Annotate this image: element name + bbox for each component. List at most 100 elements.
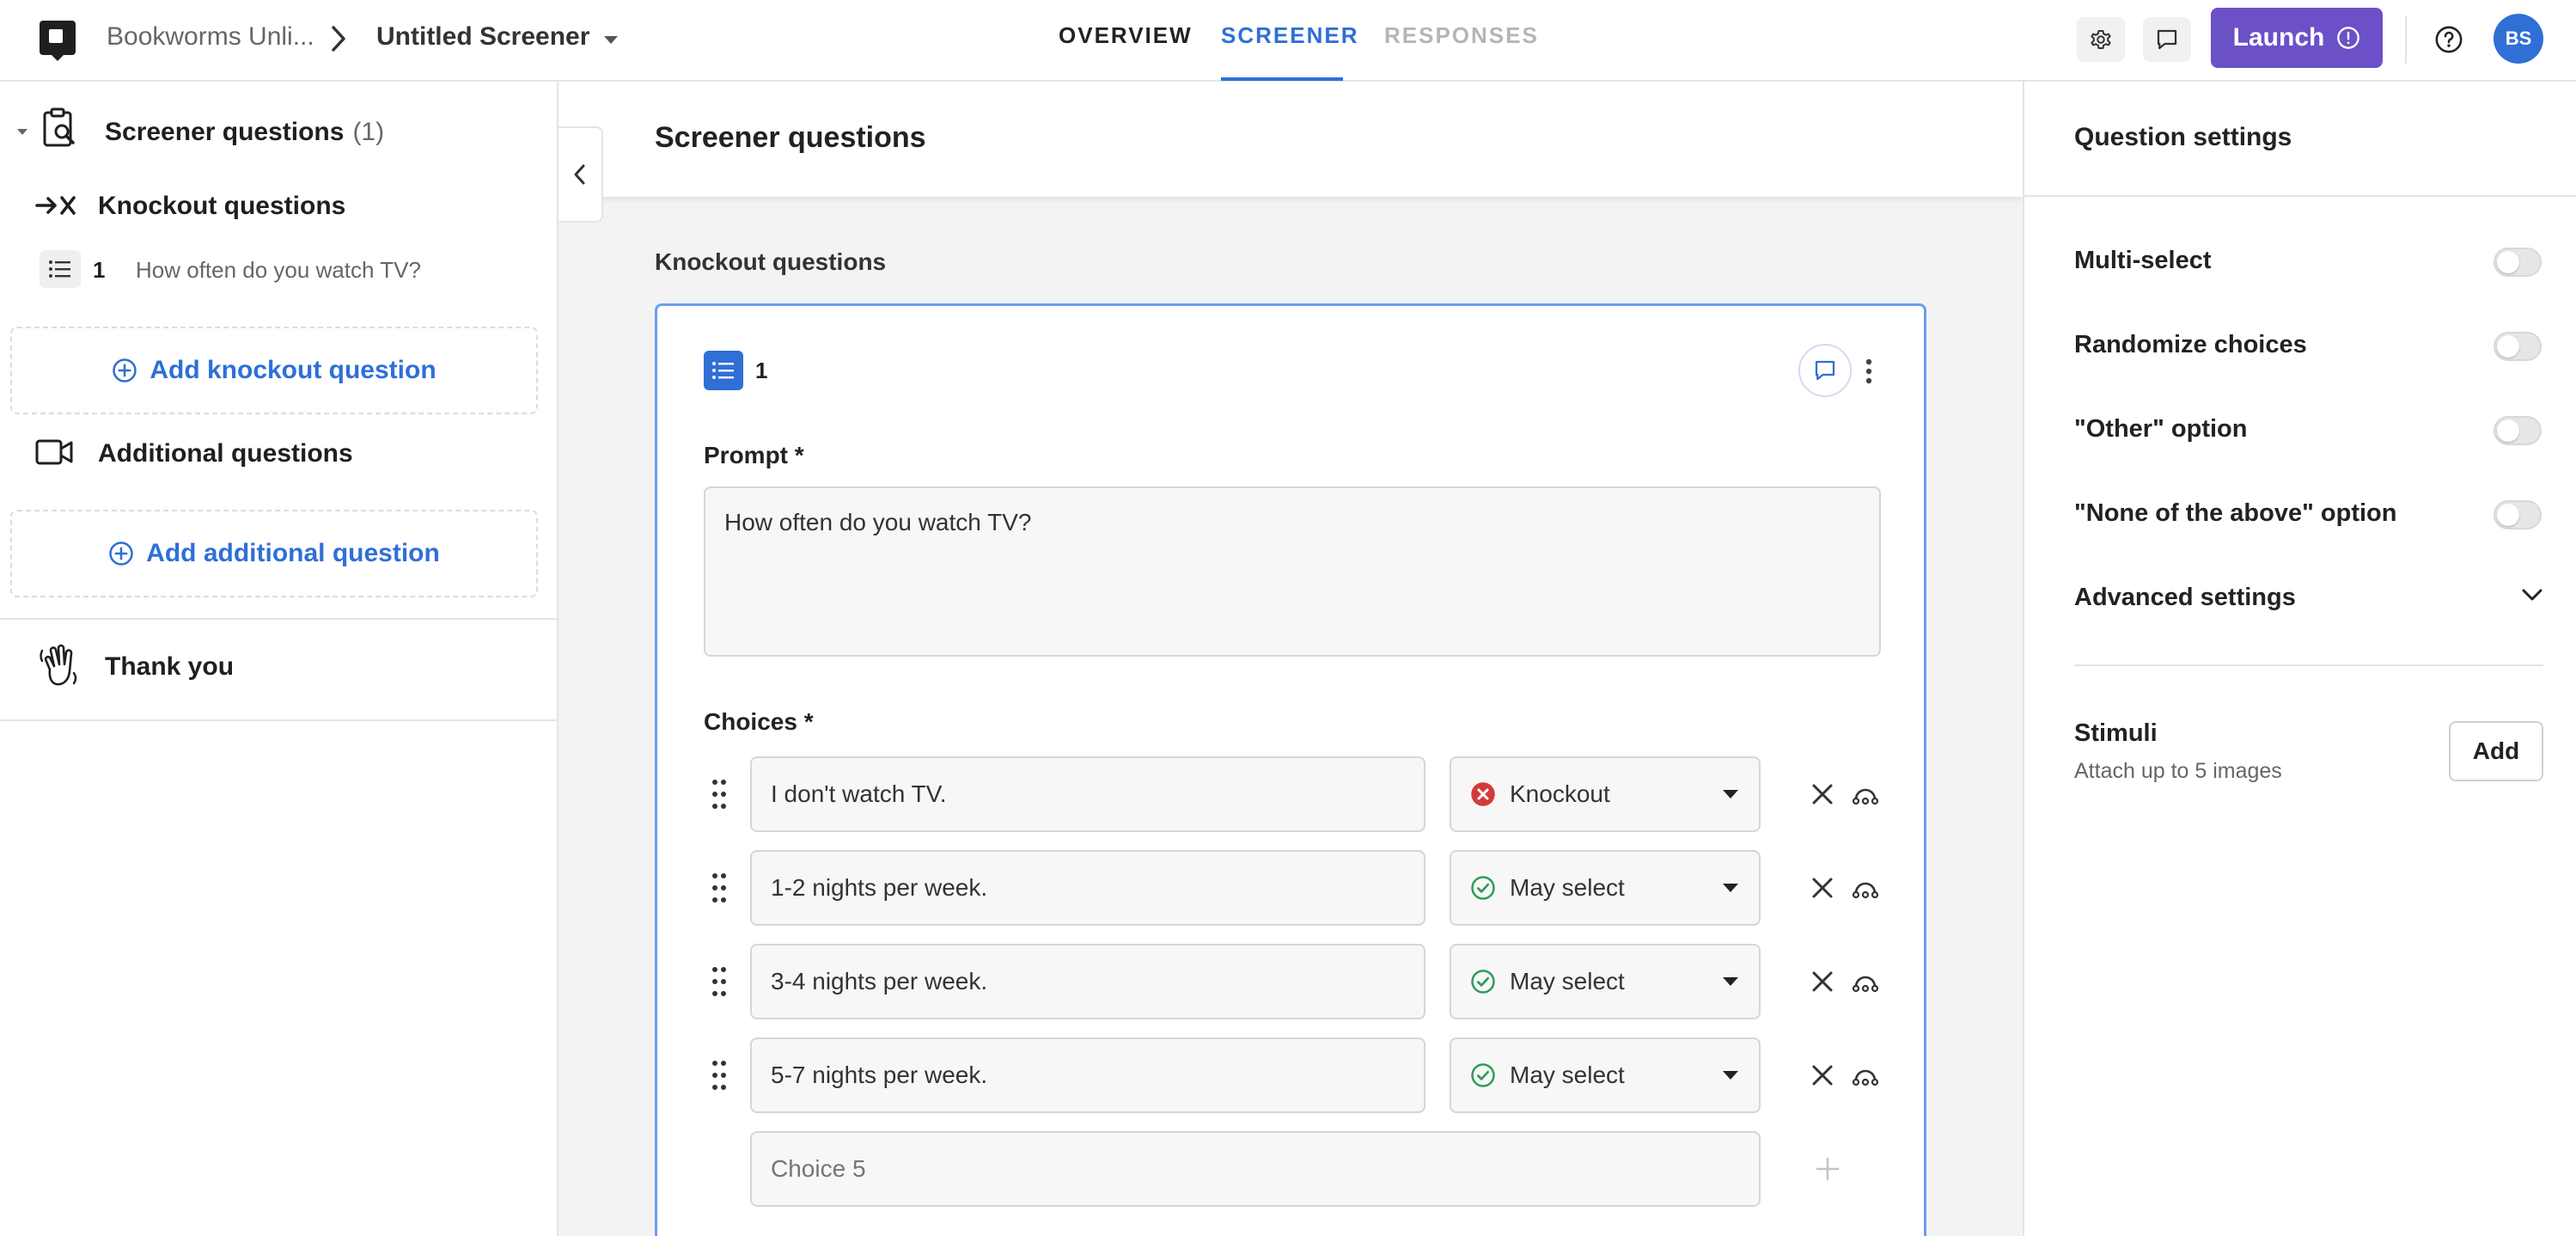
comments-button[interactable]: [2143, 17, 2191, 62]
choice-row: Knockout: [657, 756, 1929, 834]
prompt-label: Prompt *: [704, 442, 804, 468]
choice-rule-label: May select: [1510, 874, 1625, 901]
main-header: Screener questions: [559, 82, 2023, 197]
tab-responses[interactable]: RESPONSES: [1384, 22, 1539, 49]
other-option-label: "Other" option: [2074, 415, 2248, 443]
choice-rule-label: May select: [1510, 1062, 1625, 1088]
choice-rule-select[interactable]: May select: [1450, 850, 1761, 926]
sidebar-item-knockout-questions[interactable]: Knockout questions: [98, 192, 345, 221]
remove-choice-icon[interactable]: [1809, 780, 1836, 808]
caret-down-icon: [1721, 788, 1740, 800]
main-content: Screener questions Knockout questions 1 …: [559, 82, 2023, 1236]
question-card[interactable]: 1 Prompt * How often do you watch TV? Ch…: [655, 303, 1926, 1236]
remove-choice-icon[interactable]: [1809, 968, 1836, 995]
sidebar-item-screener-questions[interactable]: Screener questions (1): [105, 118, 384, 147]
drag-handle-icon[interactable]: [711, 777, 728, 811]
chevron-right-icon: [328, 24, 349, 53]
collapse-caret-icon[interactable]: [15, 126, 29, 137]
check-circle-icon: [1470, 875, 1496, 901]
settings-title: Question settings: [2074, 123, 2292, 151]
new-choice-input[interactable]: [750, 1131, 1761, 1207]
stimuli-title: Stimuli: [2074, 719, 2158, 747]
choice-text-input[interactable]: [750, 1037, 1425, 1113]
sidebar-item-additional-questions[interactable]: Additional questions: [98, 439, 353, 468]
collapse-sidebar-button[interactable]: [559, 126, 603, 223]
launch-label: Launch: [2232, 23, 2325, 52]
add-additional-question-button[interactable]: Add additional question: [10, 510, 538, 597]
waving-hand-icon: [38, 644, 79, 688]
caret-down-icon: [1721, 882, 1740, 894]
chevron-down-icon[interactable]: [2521, 587, 2543, 603]
comment-icon: [2154, 27, 2180, 52]
add-stimuli-button[interactable]: Add: [2449, 721, 2543, 781]
none-of-the-above-toggle[interactable]: [2494, 500, 2542, 529]
section-heading-knockout: Knockout questions: [655, 248, 887, 275]
choice-row: May select: [657, 1037, 1929, 1115]
clipboard-search-icon: [41, 107, 79, 149]
choice-rule-select[interactable]: May select: [1450, 944, 1761, 1019]
choice-text-input[interactable]: [750, 850, 1425, 926]
comment-icon: [1812, 358, 1838, 383]
remove-choice-icon[interactable]: [1809, 874, 1836, 902]
prompt-input[interactable]: How often do you watch TV?: [704, 486, 1881, 657]
caret-down-icon[interactable]: [601, 33, 620, 46]
plus-circle-icon: [108, 541, 134, 566]
avatar[interactable]: BS: [2494, 14, 2543, 64]
list-icon: [40, 250, 81, 288]
drag-handle-icon[interactable]: [711, 871, 728, 905]
help-button[interactable]: [2425, 15, 2473, 64]
multi-select-label: Multi-select: [2074, 247, 2212, 274]
page-title: Screener questions: [655, 121, 926, 154]
drag-handle-icon[interactable]: [711, 964, 728, 999]
choice-row: May select: [657, 850, 1929, 927]
list-icon: [704, 351, 743, 390]
tab-overview[interactable]: OVERVIEW: [1059, 22, 1193, 49]
other-option-toggle[interactable]: [2494, 416, 2542, 445]
skip-logic-icon[interactable]: [1852, 780, 1879, 808]
multi-select-toggle[interactable]: [2494, 248, 2542, 277]
check-circle-icon: [1470, 969, 1496, 994]
app-logo-icon[interactable]: [38, 19, 77, 62]
add-knockout-question-button[interactable]: Add knockout question: [10, 327, 538, 414]
breadcrumb-org[interactable]: Bookworms Unli...: [107, 22, 314, 52]
info-icon: [2336, 26, 2360, 50]
sidebar-divider: [0, 618, 557, 620]
sidebar-divider: [0, 719, 557, 721]
screener-title[interactable]: Untitled Screener: [376, 22, 589, 52]
knockout-arrow-icon: [34, 192, 77, 219]
skip-logic-icon[interactable]: [1852, 1062, 1879, 1089]
question-settings-panel: Question settings Multi-select Randomize…: [2023, 82, 2576, 1236]
remove-choice-icon[interactable]: [1809, 1062, 1836, 1089]
question-comment-button[interactable]: [1798, 344, 1852, 397]
drag-handle-icon[interactable]: [711, 1058, 728, 1092]
choice-text-input[interactable]: [750, 756, 1425, 832]
more-options-button[interactable]: [1859, 352, 1879, 390]
choice-rule-select[interactable]: Knockout: [1450, 756, 1761, 832]
randomize-choices-toggle[interactable]: [2494, 332, 2542, 361]
plus-icon[interactable]: [1814, 1155, 1841, 1183]
caret-down-icon: [1721, 1069, 1740, 1081]
choice-rule-select[interactable]: May select: [1450, 1037, 1761, 1113]
launch-button[interactable]: Launch: [2211, 8, 2383, 68]
advanced-settings-toggle[interactable]: Advanced settings: [2074, 584, 2296, 612]
caret-down-icon: [1721, 976, 1740, 988]
skip-logic-icon[interactable]: [1852, 874, 1879, 902]
sidebar-item-thank-you[interactable]: Thank you: [105, 652, 234, 682]
choice-rule-label: Knockout: [1510, 780, 1610, 807]
add-knockout-label: Add knockout question: [150, 356, 436, 384]
settings-header: Question settings: [2024, 82, 2576, 197]
skip-logic-icon[interactable]: [1852, 968, 1879, 995]
chevron-left-icon: [571, 162, 589, 187]
tab-screener[interactable]: SCREENER: [1221, 22, 1358, 49]
video-icon: [34, 437, 74, 467]
plus-circle-icon: [112, 358, 137, 383]
sidebar-question-text[interactable]: How often do you watch TV?: [136, 257, 421, 284]
sidebar-question-number[interactable]: 1: [93, 257, 105, 284]
help-icon: [2434, 25, 2463, 54]
none-of-the-above-label: "None of the above" option: [2074, 499, 2397, 527]
sidebar-screener-label: Screener questions: [105, 118, 345, 146]
settings-divider: [2074, 664, 2543, 666]
choice-text-input[interactable]: [750, 944, 1425, 1019]
new-choice-row: [657, 1131, 1929, 1208]
settings-button[interactable]: [2077, 17, 2125, 62]
